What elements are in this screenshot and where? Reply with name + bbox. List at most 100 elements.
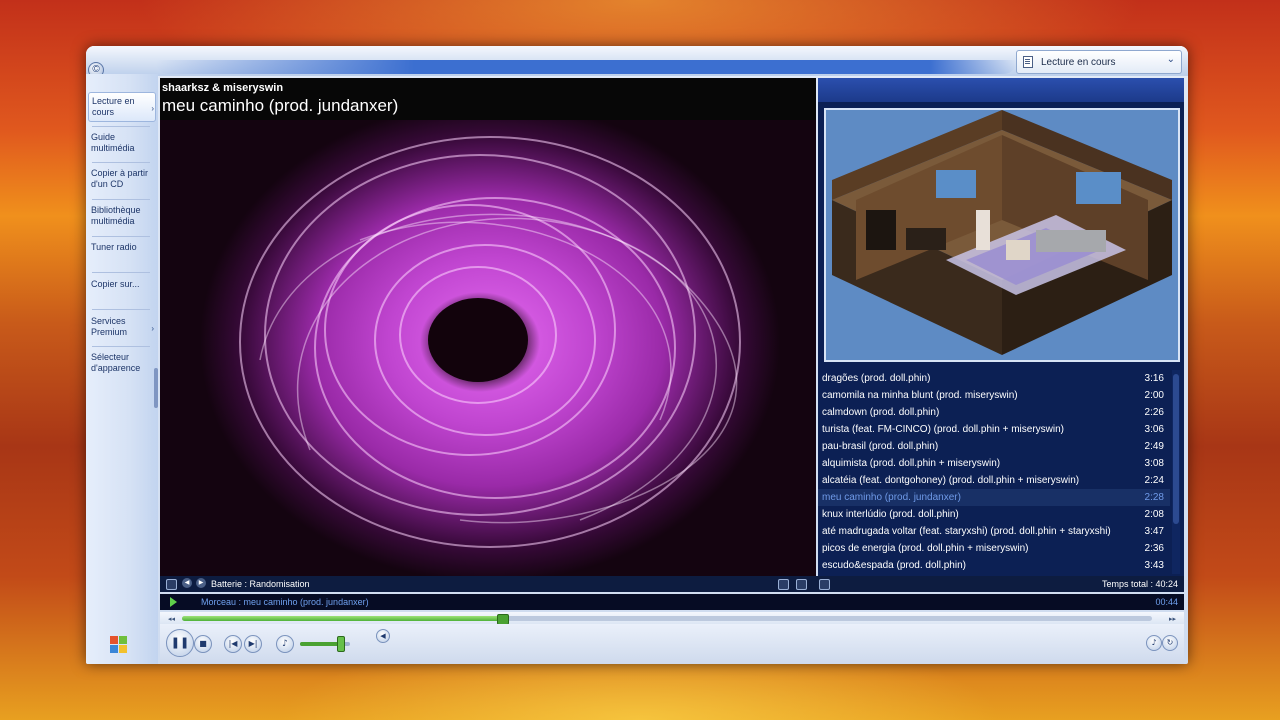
playlist-item[interactable]: dragões (prod. doll.phin) 3:16 bbox=[818, 370, 1170, 387]
seek-track[interactable] bbox=[182, 614, 1152, 625]
repeat-icon[interactable]: ↻ bbox=[1162, 635, 1178, 651]
total-time: Temps total : 40:24 bbox=[1101, 579, 1178, 589]
fullscreen-icon[interactable] bbox=[778, 579, 789, 590]
sidebar-divider bbox=[92, 236, 150, 237]
sidebar-item-skin-chooser[interactable]: Sélecteur d'apparence bbox=[91, 352, 153, 374]
sidebar-item-premium-services[interactable]: Services Premium bbox=[91, 316, 153, 338]
video-pane: shaarksz & miseryswin meu caminho (prod.… bbox=[160, 78, 816, 576]
playlist-item[interactable]: alquimista (prod. doll.phin + miseryswin… bbox=[818, 455, 1170, 472]
now-playing-dropdown[interactable]: Lecture en cours ⌄ bbox=[1016, 50, 1182, 74]
sidebar-item-now-playing[interactable]: Lecture en cours bbox=[88, 92, 156, 122]
seek-progress bbox=[182, 616, 503, 621]
isometric-room-image bbox=[832, 110, 1172, 355]
track-title: alquimista (prod. doll.phin + miseryswin… bbox=[822, 458, 1001, 469]
chevron-right-icon: › bbox=[151, 324, 154, 333]
seek-bar[interactable]: ◂◂ ▸▸ bbox=[160, 612, 1184, 625]
track-duration: 2:49 bbox=[1144, 441, 1164, 452]
track-title: dragões (prod. doll.phin) bbox=[822, 373, 931, 384]
playlist-item[interactable]: knux interlúdio (prod. doll.phin) 2:08 bbox=[818, 506, 1170, 523]
transport-controls: ❚❚ ■ |◀ ▶| ♪ ◀ ♪ ↻ bbox=[160, 624, 1184, 664]
playlist-options-icon[interactable] bbox=[819, 579, 830, 590]
mini-mode-button[interactable]: ◀ bbox=[376, 629, 390, 643]
playlist-item[interactable]: escudo&espada (prod. doll.phin) 3:43 bbox=[818, 557, 1170, 574]
shuffle-icon[interactable]: ♪ bbox=[1146, 635, 1162, 651]
sidebar-divider bbox=[92, 346, 150, 347]
sidebar-item-library[interactable]: Bibliothèque multimédia bbox=[91, 205, 153, 227]
playlist-item[interactable]: picos de energia (prod. doll.phin + mise… bbox=[818, 540, 1170, 557]
track-duration: 3:43 bbox=[1144, 560, 1164, 571]
now-playing-dropdown-label: Lecture en cours bbox=[1041, 56, 1116, 68]
sidebar-item-media-guide[interactable]: Guide multimédia bbox=[91, 132, 153, 154]
current-track-status: Morceau : meu caminho (prod. jundanxer) bbox=[201, 597, 369, 607]
sidebar-item-label: Sélecteur d'apparence bbox=[91, 352, 141, 373]
playlist-item[interactable]: camomila na minha blunt (prod. miseryswi… bbox=[818, 387, 1170, 404]
chevron-right-icon: › bbox=[151, 104, 154, 113]
sidebar-item-sync[interactable]: Copier sur... bbox=[91, 279, 153, 290]
track-duration: 3:47 bbox=[1144, 526, 1164, 537]
track-title: escudo&espada (prod. doll.phin) bbox=[822, 560, 966, 571]
track-title: alcatéia (feat. dontgohoney) (prod. doll… bbox=[822, 475, 1080, 486]
next-visualization-icon[interactable]: ▶ bbox=[196, 578, 206, 588]
pause-button[interactable]: ❚❚ bbox=[166, 629, 194, 657]
track-title: turista (feat. FM-CINCO) (prod. doll.phi… bbox=[822, 424, 1065, 435]
title-bar: © Lecture en cours ⌄ bbox=[86, 46, 1188, 78]
visualization-name: Batterie : Randomisation bbox=[211, 579, 310, 589]
playlist-scrollbar[interactable] bbox=[1172, 370, 1180, 574]
volume-level bbox=[300, 642, 340, 646]
sidebar-item-label: Copier sur... bbox=[91, 279, 140, 289]
playlist-item[interactable]: pau-brasil (prod. doll.phin) 2:49 bbox=[818, 438, 1170, 455]
playlist-item[interactable]: calmdown (prod. doll.phin) 2:26 bbox=[818, 404, 1170, 421]
chevron-down-icon: ⌄ bbox=[1166, 54, 1175, 65]
track-duration: 2:26 bbox=[1144, 407, 1164, 418]
sidebar-collapse-handle[interactable] bbox=[154, 368, 158, 408]
playlist-item-current[interactable]: meu caminho (prod. jundanxer) 2:28 bbox=[818, 489, 1170, 506]
playlist-scrollbar-thumb[interactable] bbox=[1173, 374, 1179, 524]
track-title: calmdown (prod. doll.phin) bbox=[822, 407, 940, 418]
title-band bbox=[156, 60, 1016, 74]
sidebar-item-label: Bibliothèque multimédia bbox=[91, 205, 141, 226]
track-duration: 2:28 bbox=[1144, 492, 1164, 503]
track-duration: 2:24 bbox=[1144, 475, 1164, 486]
previous-button[interactable]: |◀ bbox=[224, 635, 242, 653]
sidebar-item-rip-cd[interactable]: Copier à partir d'un CD bbox=[91, 168, 153, 190]
track-duration: 3:06 bbox=[1144, 424, 1164, 435]
elapsed-time: 00:44 bbox=[1155, 597, 1178, 607]
track-title: até madrugada voltar (feat. staryxshi) (… bbox=[822, 526, 1111, 537]
seek-end-icon: ▸▸ bbox=[1168, 616, 1176, 623]
sidebar-item-label: Services Premium bbox=[91, 316, 128, 337]
previous-visualization-icon[interactable]: ◀ bbox=[182, 578, 192, 588]
playlist-item[interactable]: alcatéia (feat. dontgohoney) (prod. doll… bbox=[818, 472, 1170, 489]
track-duration: 3:08 bbox=[1144, 458, 1164, 469]
sidebar-item-label: Guide multimédia bbox=[91, 132, 135, 153]
visualization-menu-icon[interactable] bbox=[166, 579, 177, 590]
sidebar-divider bbox=[92, 199, 150, 200]
document-icon bbox=[1023, 56, 1033, 68]
track-duration: 3:16 bbox=[1144, 373, 1164, 384]
track-duration: 2:08 bbox=[1144, 509, 1164, 520]
info-bar: ◀ ▶ Batterie : Randomisation Temps total… bbox=[160, 576, 1184, 592]
visualization-canvas[interactable] bbox=[160, 120, 816, 576]
status-bar: Morceau : meu caminho (prod. jundanxer) … bbox=[160, 594, 1184, 610]
seek-start-icon: ◂◂ bbox=[168, 616, 176, 623]
sidebar-divider bbox=[92, 126, 150, 127]
playlist-item[interactable]: turista (feat. FM-CINCO) (prod. doll.phi… bbox=[818, 421, 1170, 438]
stop-button[interactable]: ■ bbox=[194, 635, 212, 653]
visualization-swirl bbox=[239, 136, 741, 548]
mute-button[interactable]: ♪ bbox=[276, 635, 294, 653]
track-title: knux interlúdio (prod. doll.phin) bbox=[822, 509, 959, 520]
playlist-header-bar bbox=[818, 78, 1184, 102]
next-button[interactable]: ▶| bbox=[244, 635, 262, 653]
track-title: picos de energia (prod. doll.phin + mise… bbox=[822, 543, 1029, 554]
play-status-icon bbox=[170, 597, 177, 607]
track-title: meu caminho (prod. jundanxer) bbox=[822, 492, 961, 503]
view-options-icon[interactable] bbox=[796, 579, 807, 590]
sidebar-item-label: Copier à partir d'un CD bbox=[91, 168, 149, 189]
sidebar-item-radio-tuner[interactable]: Tuner radio bbox=[91, 242, 153, 253]
playlist-item[interactable]: até madrugada voltar (feat. staryxshi) (… bbox=[818, 523, 1170, 540]
sidebar-item-label: Tuner radio bbox=[91, 242, 137, 252]
volume-thumb[interactable] bbox=[337, 636, 345, 652]
windows-flag-icon bbox=[110, 636, 128, 654]
track-title: camomila na minha blunt (prod. miseryswi… bbox=[822, 390, 1018, 401]
video-header: shaarksz & miseryswin meu caminho (prod.… bbox=[160, 78, 816, 120]
sidebar-divider bbox=[92, 309, 150, 310]
